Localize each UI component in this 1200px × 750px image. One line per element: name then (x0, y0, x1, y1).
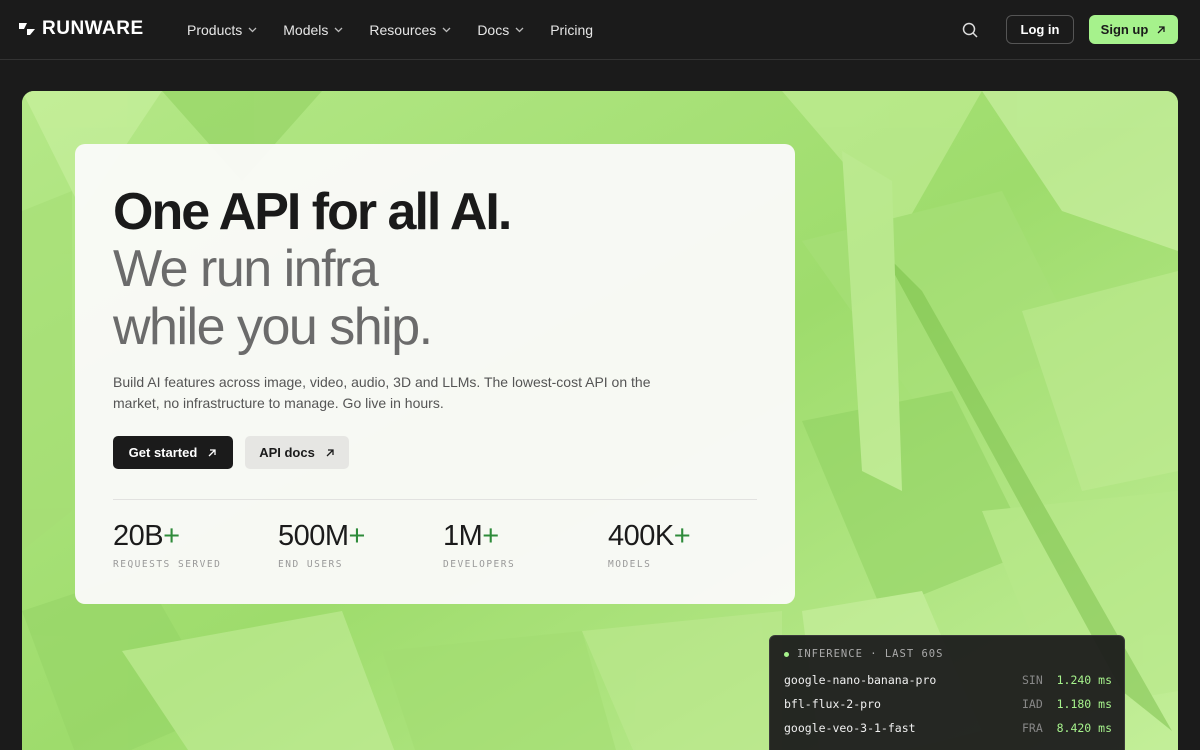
hero-card: One API for all AI. We run infra while y… (75, 144, 795, 604)
chevron-down-icon (515, 27, 524, 33)
stat-requests-served: 20B+ REQUESTS SERVED (113, 520, 222, 571)
search-icon (962, 22, 978, 38)
signup-button[interactable]: Sign up (1089, 15, 1178, 44)
stat-value: 400K+ (608, 520, 691, 552)
stat-developers: 1M+ DEVELOPERS (443, 520, 516, 571)
stat-value: 500M+ (278, 520, 365, 552)
stat-label: DEVELOPERS (443, 559, 516, 570)
chevron-down-icon (334, 27, 343, 33)
stat-label: REQUESTS SERVED (113, 559, 222, 570)
arrow-up-right-icon (208, 448, 216, 456)
hero-headline: One API for all AI. (113, 183, 512, 241)
inference-region: SIN (1022, 673, 1043, 687)
inference-latency: 8.420 ms (1056, 721, 1112, 735)
inference-model: google-nano-banana-pro (784, 673, 937, 687)
stat-label: END USERS (278, 559, 343, 570)
inference-region: FRA (1022, 721, 1043, 735)
chevron-down-icon (248, 27, 257, 33)
live-dot-icon (784, 651, 789, 657)
inference-latency: 1.240 ms (1056, 673, 1112, 687)
stats-divider (113, 499, 757, 500)
search-button[interactable] (960, 20, 980, 40)
logo-mark-icon (19, 23, 35, 35)
stat-value: 1M+ (443, 520, 499, 552)
nav-item-pricing[interactable]: Pricing (550, 22, 593, 38)
signup-label: Sign up (1100, 22, 1149, 37)
arrow-up-right-icon (326, 448, 334, 456)
inference-panel-title: INFERENCE · LAST 60S (797, 648, 944, 660)
inference-row: google-nano-banana-pro SIN 1.240 ms (784, 672, 1112, 688)
brand-name: RUNWARE (42, 18, 144, 39)
nav-item-models[interactable]: Models (283, 22, 343, 38)
inference-model: bfl-flux-2-pro (784, 697, 881, 711)
inference-model: google-veo-3-1-fast (784, 721, 916, 735)
top-navbar: RUNWARE Products Models Resources Docs P… (0, 0, 1200, 60)
api-docs-button[interactable]: API docs (245, 436, 349, 469)
stat-value: 20B+ (113, 520, 180, 552)
nav-item-label: Resources (369, 22, 437, 38)
hero-subline-1: We run infra (113, 240, 379, 298)
hero-description: Build AI features across image, video, a… (113, 374, 651, 411)
nav-item-products[interactable]: Products (187, 22, 257, 38)
inference-region: IAD (1022, 697, 1043, 711)
api-docs-label: API docs (259, 445, 315, 460)
login-button[interactable]: Log in (1006, 15, 1074, 44)
hero-subline-2: while you ship. (113, 298, 433, 356)
nav-item-docs[interactable]: Docs (477, 22, 524, 38)
arrow-up-right-icon (1157, 25, 1165, 33)
brand-logo[interactable]: RUNWARE (18, 18, 144, 40)
nav-item-label: Docs (477, 22, 510, 38)
nav-item-label: Models (283, 22, 329, 38)
inference-row: google-veo-3-1-fast FRA 8.420 ms (784, 720, 1112, 736)
stat-end-users: 500M+ END USERS (278, 520, 365, 571)
inference-panel-header: INFERENCE · LAST 60S (784, 648, 943, 660)
stat-models: 400K+ MODELS (608, 520, 691, 571)
nav-item-resources[interactable]: Resources (369, 22, 451, 38)
login-label: Log in (1020, 22, 1060, 37)
main-menu: Products Models Resources Docs Pricing (187, 0, 593, 60)
inference-latency: 1.180 ms (1056, 697, 1112, 711)
inference-row: bfl-flux-2-pro IAD 1.180 ms (784, 696, 1112, 712)
chevron-down-icon (442, 27, 451, 33)
get-started-label: Get started (128, 445, 198, 460)
get-started-button[interactable]: Get started (113, 436, 233, 469)
stat-label: MODELS (608, 559, 652, 570)
nav-item-label: Products (187, 22, 243, 38)
nav-item-label: Pricing (550, 22, 594, 38)
inference-panel: INFERENCE · LAST 60S google-nano-banana-… (769, 635, 1125, 750)
